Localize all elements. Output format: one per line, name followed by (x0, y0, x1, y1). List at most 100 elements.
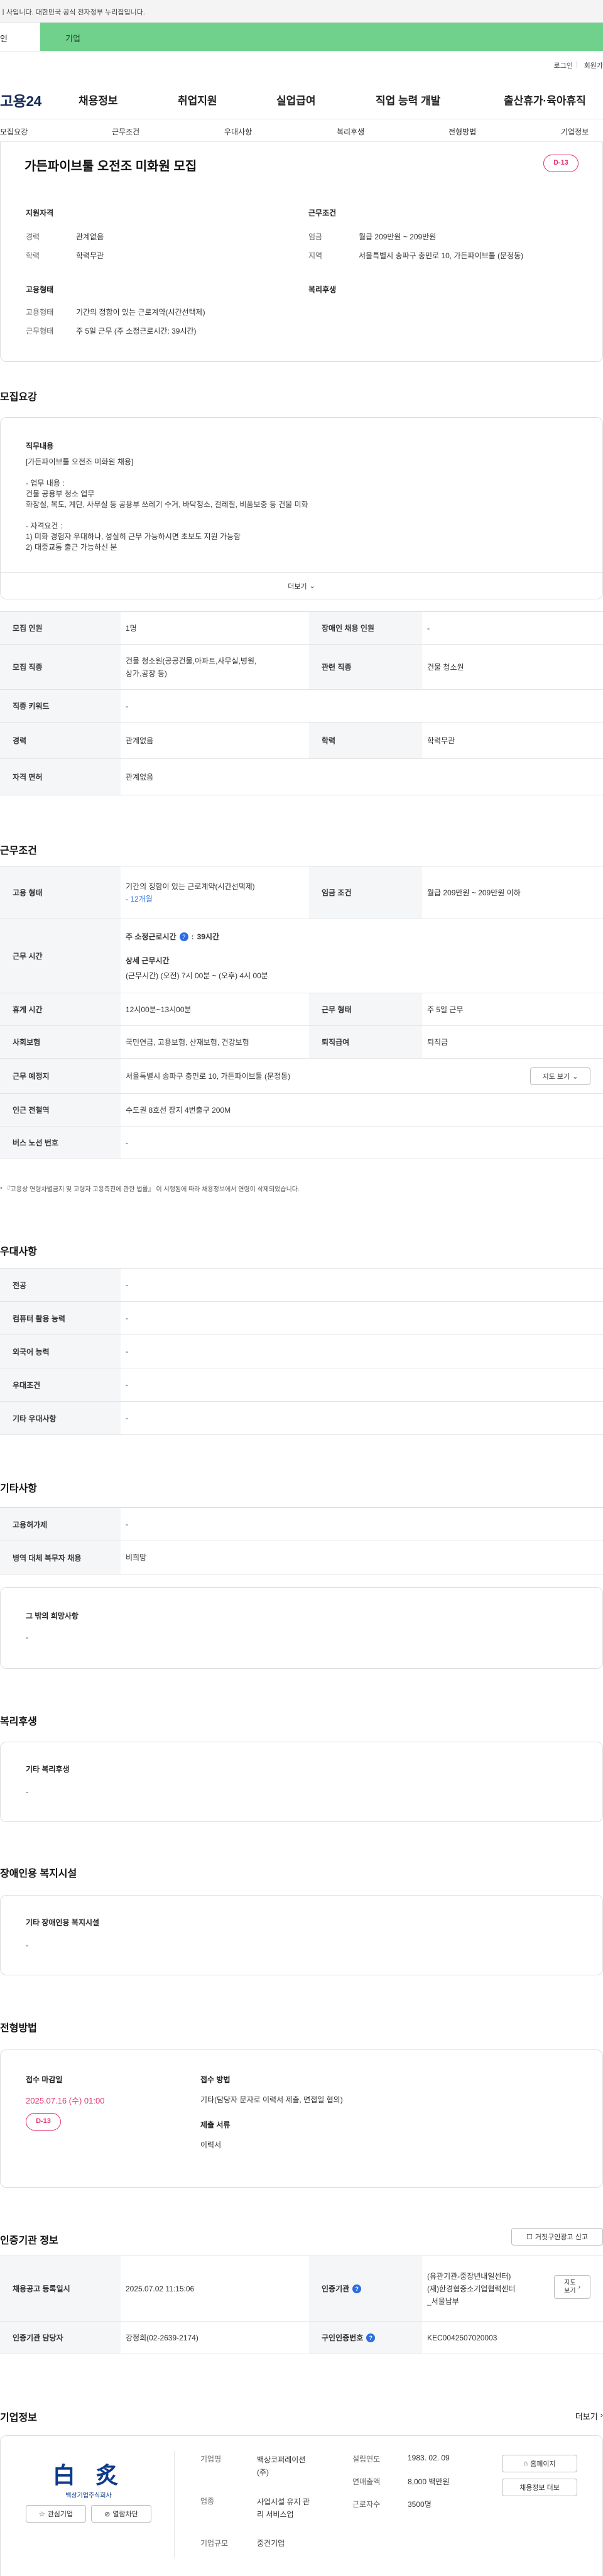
info-icon[interactable]: ? (352, 2284, 362, 2293)
gnb-item-parental-leave[interactable]: 출산휴가·육아휴직 (504, 92, 586, 107)
region-value: 서울특별시 송파구 충민로 10, 가든파이브툴 (문정동) (359, 251, 524, 260)
block-view-button[interactable]: ⊘ 열람차단 (91, 2505, 151, 2523)
bus-value: - (126, 1138, 128, 1147)
manager-value: 강정희(02-2639-2174) (126, 2333, 198, 2342)
welfare-value: - (26, 1787, 28, 1796)
join-link[interactable]: 회원가 (584, 60, 603, 70)
table-row: 버스 노선 번호 - (0, 1127, 603, 1159)
table-row: 인증기관 담당자 강정희(02-2639-2174) 구인인증번호 ? KEC0… (0, 2322, 603, 2354)
tab-corporate[interactable]: 기업 (40, 23, 603, 51)
deadline-heading: 접수 마감일 (26, 2075, 63, 2084)
gnb-item-unemployment-benefit[interactable]: 실업급여 (276, 92, 316, 107)
report-ad-button[interactable]: ☐ 거짓구인광고 신고 (511, 2228, 603, 2246)
founded-value: 1983. 02. 09 (408, 2453, 450, 2462)
tab-personal[interactable]: 인 (0, 23, 40, 51)
homepage-label: 홈페이지 (530, 2460, 556, 2468)
edu-label: 학력 (309, 723, 422, 758)
emp-type-value: 기간의 정함이 있는 근로계약(시간선택제) (126, 881, 255, 891)
eps-value: - (126, 1520, 128, 1529)
subway-value: 수도권 8호선 장지 4번출구 200M (126, 1105, 231, 1115)
gnb-item-employment-support[interactable]: 취업지원 (178, 92, 217, 107)
break-value: 12시00분~13시00분 (126, 1005, 192, 1014)
disability-title: 장애인용 복지시설 (0, 1869, 77, 1879)
computer-value: - (126, 1314, 128, 1323)
interest-company-button[interactable]: ☆ 관심기업 (26, 2505, 86, 2523)
anchor-welfare[interactable]: 복리후생 (337, 126, 364, 137)
site-logo[interactable]: 고용24 (0, 89, 41, 111)
insurance-label: 사회보험 (0, 1026, 121, 1058)
work-type-label: 근무형태 (26, 327, 54, 336)
anchor-company[interactable]: 기업정보 (561, 126, 589, 137)
company-logo-main: 白 炙 (52, 2462, 125, 2489)
gnb-item-jobs[interactable]: 채용정보 (79, 92, 118, 107)
hope-value: - (26, 1633, 28, 1642)
deadline-value: 2025.07.16 (수) 01:00 (26, 2096, 105, 2105)
selection-card: 접수 마감일 2025.07.16 (수) 01:00 D-13 접수 방법 기… (0, 2049, 603, 2188)
career-value: 관계없음 (76, 232, 104, 241)
wage-label: 임금 (308, 232, 323, 241)
method-value: 기타(담당자 문자로 이력서 제출, 면접일 협의) (200, 2095, 343, 2104)
info-icon[interactable]: ? (366, 2333, 376, 2342)
selection-dday-badge: D-13 (26, 2113, 61, 2131)
preferred-label: 우대조건 (0, 1368, 121, 1401)
company-logo-sub: 백상기업주식회사 (65, 2492, 112, 2499)
gnb-item-job-training[interactable]: 직업 능력 개발 (376, 92, 440, 107)
other-pref-label: 기타 우대사항 (0, 1402, 121, 1434)
cert-no-label-cell: 구인인증번호 ? (309, 2322, 422, 2354)
disability-heading: 기타 장애인용 복지시설 (26, 1918, 100, 1927)
table-row: 직종 키워드 - (0, 690, 603, 723)
company-jobs-button[interactable]: 채용정보 더보 (502, 2479, 577, 2496)
severance-label: 퇴직급여 (309, 1026, 422, 1058)
table-row: 우대조건 - (0, 1368, 603, 1402)
bus-label: 버스 노선 번호 (0, 1127, 121, 1159)
computer-label: 컴퓨터 활용 능력 (0, 1302, 121, 1334)
duty-card: 직무내용 [가든파이브툴 오전조 미화원 채용] - 업무 내용 : 건물 공용… (0, 417, 603, 599)
chevron-right-icon: › (600, 2410, 603, 2420)
anchor-conditions[interactable]: 근무조건 (112, 126, 139, 137)
related-label: 관련 직종 (309, 645, 422, 689)
company-name-label: 기업명 (200, 2455, 222, 2464)
region-label: 지역 (308, 251, 323, 260)
map-button[interactable]: 지도 보기 ⌄ (530, 1067, 590, 1085)
hope-card: 그 밖의 희망사항 - (0, 1587, 603, 1669)
cert-no-value: KEC0042507020003 (427, 2333, 497, 2342)
eps-label: 고용허가제 (0, 1508, 121, 1541)
anchor-selection[interactable]: 전형방법 (448, 126, 476, 137)
career-label: 경력 (26, 232, 40, 241)
login-link[interactable]: 로그인 (554, 60, 573, 70)
wage-value: 월급 209만원 ~ 209만원 (359, 232, 437, 241)
duty-text: [가든파이브툴 오전조 미화원 채용] - 업무 내용 : 건물 공용부 청소 … (26, 457, 308, 552)
qualification-heading: 지원자격 (26, 209, 54, 217)
emp-type-label: 고용형태 (26, 308, 54, 317)
company-more-link[interactable]: 더보기 › (575, 2410, 603, 2422)
report-ad-label: 거짓구인광고 신고 (535, 2234, 588, 2241)
recruit-table: 모집 인원 1명 장애인 채용 인원 - 모집 직종 건물 청소원(공공건물,아… (0, 611, 603, 796)
table-row: 병역 대체 복무자 채용 비희망 (0, 1541, 603, 1575)
company-title: 기업정보 (0, 2413, 37, 2423)
form-value: 주 5일 근무 (427, 1005, 464, 1014)
language-label: 외국어 능력 (0, 1335, 121, 1368)
founded-label: 설립연도 (352, 2455, 381, 2464)
career-label: 경력 (0, 723, 121, 758)
info-icon[interactable]: ? (179, 932, 188, 941)
company-logo: 白 炙 백상기업주식회사 (26, 2457, 151, 2499)
docs-value: 이력서 (200, 2141, 222, 2149)
conditions-table: 고용 형태 기간의 정함이 있는 근로계약(시간선택제) - 12개월 임금 조… (0, 866, 603, 1167)
place-label: 근무 예정지 (0, 1059, 121, 1093)
education-value: 학력무관 (76, 251, 104, 260)
anchor-preference[interactable]: 우대사항 (224, 126, 252, 137)
agency-map-button[interactable]: 지도 보기 › (554, 2275, 590, 2299)
headcount-label: 모집 인원 (0, 612, 121, 644)
home-icon: ⌂ (523, 2460, 528, 2467)
anchor-recruit[interactable]: 모집요강 (0, 126, 28, 137)
military-value: 비희망 (126, 1553, 147, 1562)
keyword-value: - (126, 701, 128, 711)
more-button[interactable]: 더보기 ⌄ (1, 572, 602, 599)
interest-label: 관심기업 (47, 2511, 73, 2518)
table-row: 근무 예정지 서울특별시 송파구 충민로 10, 가든파이브툴 (문정동) 지도… (0, 1059, 603, 1094)
manager-label: 인증기관 담당자 (0, 2322, 121, 2354)
wage-value: 월급 209만원 ~ 209만원 이하 (427, 888, 521, 897)
homepage-button[interactable]: ⌂ 홈페이지 (502, 2455, 577, 2472)
alarm-icon: ☐ (526, 2233, 533, 2241)
chevron-right-icon: › (578, 2283, 580, 2291)
